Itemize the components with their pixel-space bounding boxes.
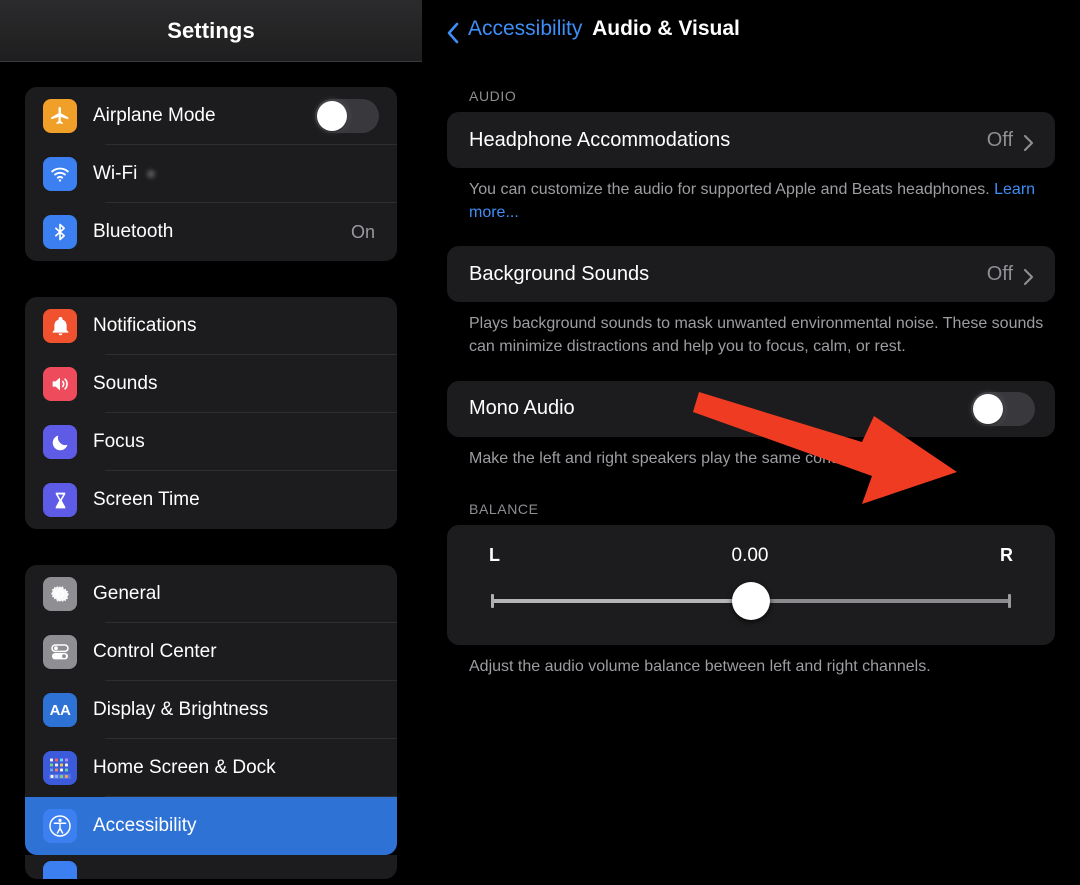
sidebar-header: Settings — [0, 0, 422, 62]
sidebar-item-accessibility[interactable]: Accessibility — [25, 797, 397, 855]
sidebar-item-label: Focus — [93, 431, 145, 452]
balance-right-label: R — [999, 545, 1013, 566]
balance-labels: L 0.00 R — [469, 541, 1033, 567]
accessibility-icon — [43, 809, 77, 843]
sidebar-item-label: Control Center — [93, 641, 217, 662]
sidebar-item-control-center[interactable]: Control Center — [25, 623, 397, 681]
footnote-background-sounds: Plays background sounds to mask unwanted… — [469, 315, 1044, 356]
sidebar-title: Settings — [167, 18, 255, 43]
moon-icon — [43, 425, 77, 459]
slider-cap-right — [1008, 593, 1011, 608]
partial-icon — [43, 861, 77, 879]
bell-icon — [43, 309, 77, 343]
chevron-right-icon — [1023, 268, 1035, 286]
sidebar-group-system: General Control Center AA Display & Brig… — [25, 565, 397, 855]
background-sounds-card: Background Sounds Off — [447, 246, 1055, 303]
detail-header: Accessibility Audio & Visual — [422, 0, 1080, 58]
chevron-right-icon — [1023, 134, 1035, 152]
row-label: Mono Audio — [469, 397, 575, 420]
sidebar-item-bluetooth[interactable]: Bluetooth On — [25, 203, 397, 261]
back-label: Accessibility — [468, 17, 583, 40]
back-button[interactable]: Accessibility — [446, 17, 583, 44]
toggle-knob — [973, 393, 1003, 424]
slider-thumb[interactable] — [732, 581, 770, 620]
row-mono-audio[interactable]: Mono Audio — [447, 381, 1055, 437]
sidebar-group-connectivity: Airplane Mode Wi-Fi Bluetooth On — [25, 87, 397, 261]
balance-slider[interactable] — [469, 577, 1033, 623]
grid-icon — [43, 751, 77, 785]
sidebar-item-label: Home Screen & Dock — [93, 757, 276, 778]
row-label: Background Sounds — [469, 262, 650, 285]
balance-card: L 0.00 R — [447, 524, 1055, 645]
headphone-accommodations-card: Headphone Accommodations Off — [447, 112, 1055, 168]
sidebar-item-label: Screen Time — [93, 489, 200, 510]
chevron-left-icon — [446, 22, 460, 44]
sliders-icon — [43, 635, 77, 669]
sidebar-group-alerts: Notifications Sounds Focus Screen Time — [25, 297, 397, 529]
settings-screen: Settings Airplane Mode Wi-Fi Bluetooth O… — [0, 0, 1080, 885]
speaker-icon — [43, 367, 77, 401]
row-headphone-accommodations[interactable]: Headphone Accommodations Off — [447, 112, 1055, 168]
airplane-icon — [43, 99, 77, 133]
sidebar-list: Airplane Mode Wi-Fi Bluetooth On Notific… — [0, 87, 422, 879]
sidebar-item-label: Bluetooth — [93, 221, 174, 242]
section-label-balance: BALANCE — [469, 500, 539, 517]
wifi-icon — [43, 157, 77, 191]
gear-icon — [43, 577, 77, 611]
slider-cap-left — [491, 593, 494, 608]
sidebar-item-screen-time[interactable]: Screen Time — [25, 471, 397, 529]
mono-audio-card: Mono Audio — [447, 380, 1055, 437]
balance-value: 0.00 — [731, 544, 769, 566]
sidebar-item-label: Sounds — [93, 373, 158, 394]
sidebar-item-notifications[interactable]: Notifications — [25, 297, 397, 355]
sidebar-item-partial-next[interactable] — [25, 855, 397, 879]
sidebar-item-label: Airplane Mode — [93, 105, 216, 126]
section-label-audio: AUDIO — [469, 88, 517, 104]
aa-icon: AA — [43, 693, 77, 727]
sidebar-item-display-brightness[interactable]: AA Display & Brightness — [25, 681, 397, 739]
row-label: Headphone Accommodations — [469, 128, 731, 151]
footnote-headphone-accommodations: You can customize the audio for supporte… — [469, 181, 1036, 221]
sidebar-item-general[interactable]: General — [25, 565, 397, 623]
sidebar-item-label: General — [93, 583, 161, 604]
sidebar-item-label: Display & Brightness — [93, 699, 269, 720]
hourglass-icon — [43, 483, 77, 517]
airplane-mode-toggle[interactable] — [315, 99, 379, 133]
footnote-balance: Adjust the audio volume balance between … — [469, 657, 931, 675]
toggle-knob — [317, 101, 347, 131]
wifi-network-blurred — [147, 169, 156, 178]
sidebar-item-label: Wi-Fi — [93, 163, 379, 185]
balance-left-label: L — [489, 545, 500, 566]
row-background-sounds[interactable]: Background Sounds Off — [447, 246, 1055, 302]
bluetooth-status: On — [350, 221, 375, 242]
sidebar-item-home-screen-dock[interactable]: Home Screen & Dock — [25, 739, 397, 797]
sidebar-item-label: Notifications — [93, 315, 197, 336]
mono-audio-toggle[interactable] — [971, 391, 1035, 426]
bluetooth-icon — [43, 215, 77, 249]
detail-body: AUDIO Headphone Accommodations Off You c… — [422, 88, 1080, 678]
sidebar-item-focus[interactable]: Focus — [25, 413, 397, 471]
settings-sidebar: Settings Airplane Mode Wi-Fi Bluetooth O… — [0, 0, 422, 885]
footnote-mono-audio: Make the left and right speakers play th… — [469, 449, 863, 467]
row-value: Off — [986, 262, 1013, 285]
row-value: Off — [986, 128, 1013, 151]
detail-pane: Accessibility Audio & Visual AUDIO Headp… — [422, 0, 1080, 885]
sidebar-item-wifi[interactable]: Wi-Fi — [25, 145, 397, 203]
sidebar-item-sounds[interactable]: Sounds — [25, 355, 397, 413]
sidebar-item-airplane-mode[interactable]: Airplane Mode — [25, 87, 397, 145]
sidebar-item-label: Accessibility — [93, 815, 197, 836]
